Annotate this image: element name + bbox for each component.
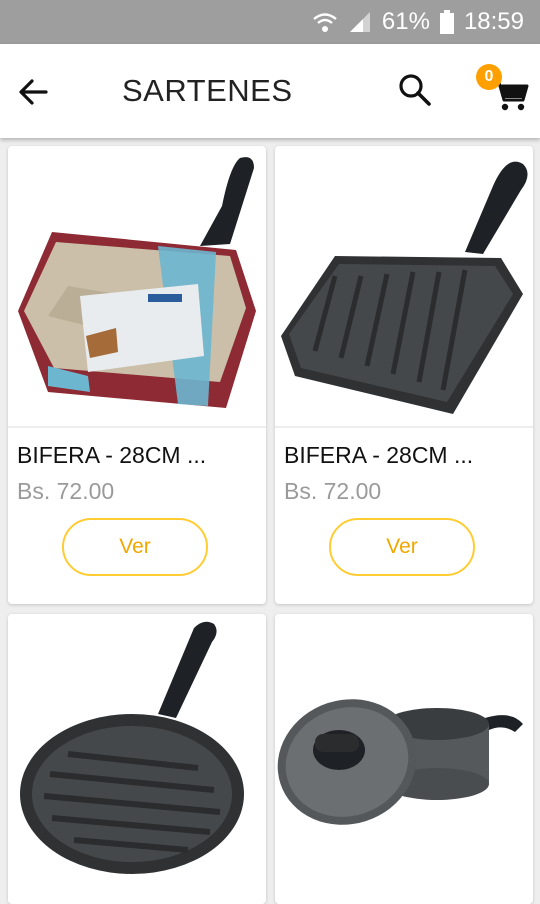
card-divider (275, 426, 533, 428)
status-time: 18:59 (463, 8, 524, 35)
ver-button[interactable]: Ver (329, 518, 475, 576)
page-title: SARTENES (122, 73, 293, 108)
search-button[interactable] (395, 70, 435, 110)
product-card[interactable]: BIFERA - 28CM ... Bs. 72.00 Ver (8, 146, 266, 604)
product-image (277, 699, 523, 825)
search-icon (399, 74, 431, 106)
cart-count-badge: 0 (476, 64, 502, 90)
app-bar: SARTENES 0 (0, 44, 540, 138)
signal-icon (348, 10, 372, 34)
status-bar: 61% 18:59 (0, 0, 540, 44)
product-name: BIFERA - 28CM ... (284, 442, 474, 468)
product-card[interactable] (275, 614, 533, 904)
wifi-icon (312, 10, 338, 34)
product-image (281, 161, 528, 414)
product-image (18, 157, 256, 408)
back-button[interactable] (14, 72, 54, 112)
product-price: Bs. 72.00 (17, 478, 115, 504)
product-price: Bs. 72.00 (284, 478, 382, 504)
battery-icon (439, 10, 454, 34)
product-card[interactable] (8, 614, 266, 904)
card-divider (8, 426, 266, 428)
arrow-left-icon (19, 79, 48, 105)
product-name: BIFERA - 28CM ... (17, 442, 207, 468)
product-image (20, 621, 244, 874)
battery-percent: 61% (381, 8, 430, 35)
ver-button[interactable]: Ver (62, 518, 208, 576)
product-card[interactable]: BIFERA - 28CM ... Bs. 72.00 Ver (275, 146, 533, 604)
